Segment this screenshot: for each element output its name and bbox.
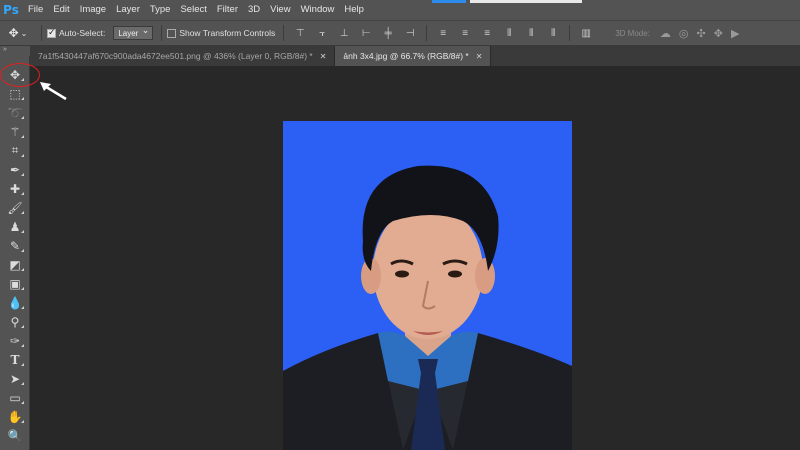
crop-tool-icon[interactable]: ⌗: [0, 141, 30, 160]
3d-mode-label: 3D Mode:: [615, 28, 650, 38]
brush-tool-icon[interactable]: 🖌: [0, 198, 30, 217]
eraser-tool-icon[interactable]: ◩: [0, 255, 30, 274]
tools-panel: ✥ ⬚ ➰ ⚚ ⌗ ✒ ✚ 🖌 ♟ ✎ ◩ ▣ 💧 ⚲ ✑ T ➤ ▭ ✋ 🔍: [0, 56, 30, 450]
separator: [161, 25, 163, 41]
annotation-arrow-icon: [40, 82, 67, 101]
path-selection-tool-icon[interactable]: ➤: [0, 369, 30, 388]
distribute-bottom-icon[interactable]: ≡: [480, 27, 494, 39]
align-horizontal-center-icon[interactable]: ╪: [381, 27, 395, 39]
rectangle-tool-icon[interactable]: ▭: [0, 388, 30, 407]
menu-view[interactable]: View: [265, 0, 295, 20]
3d-pan-icon[interactable]: ✣: [697, 27, 706, 40]
toolbar-collapse-icon[interactable]: »: [0, 46, 30, 56]
separator: [41, 25, 42, 41]
hand-tool-icon[interactable]: ✋: [0, 407, 30, 426]
close-icon[interactable]: ✕: [320, 52, 327, 61]
tab-label: ảnh 3x4.jpg @ 66.7% (RGB/8#) *: [343, 51, 469, 61]
healing-brush-tool-icon[interactable]: ✚: [0, 179, 30, 198]
zoom-tool-icon[interactable]: 🔍: [0, 426, 30, 445]
photoshop-logo: Ps: [3, 3, 19, 17]
3d-slide-icon[interactable]: ✥: [714, 27, 723, 40]
auto-select-label: Auto-Select:: [59, 28, 106, 38]
show-transform-controls-label: Show Transform Controls: [179, 28, 276, 38]
distribute-left-icon[interactable]: ⦀: [502, 27, 516, 39]
pen-tool-icon[interactable]: ✑: [0, 331, 30, 350]
menu-help[interactable]: Help: [339, 0, 369, 20]
3d-scale-icon[interactable]: ▶: [731, 27, 739, 40]
menu-window[interactable]: Window: [296, 0, 340, 20]
menu-select[interactable]: Select: [175, 0, 211, 20]
auto-select-checkbox[interactable]: [47, 27, 56, 38]
portrait-photo: [283, 121, 572, 450]
eyedropper-tool-icon[interactable]: ✒: [0, 160, 30, 179]
menu-layer[interactable]: Layer: [111, 0, 145, 20]
menu-edit[interactable]: Edit: [48, 0, 74, 20]
type-tool-icon[interactable]: T: [0, 350, 30, 369]
distribute-top-icon[interactable]: ≡: [436, 27, 450, 39]
auto-align-layers-icon[interactable]: ▥: [579, 27, 593, 39]
distribute-right-icon[interactable]: ⦀: [546, 27, 560, 39]
tab-document-png[interactable]: 7a1f5430447af670c900ada4672ee501.png @ 4…: [30, 46, 336, 66]
document-canvas[interactable]: [283, 121, 572, 450]
show-transform-controls-checkbox[interactable]: [167, 28, 177, 38]
clone-stamp-tool-icon[interactable]: ♟: [0, 217, 30, 236]
menu-image[interactable]: Image: [75, 0, 111, 20]
history-brush-tool-icon[interactable]: ✎: [0, 236, 30, 255]
dodge-tool-icon[interactable]: ⚲: [0, 312, 30, 331]
separator: [569, 25, 571, 41]
align-left-icon[interactable]: ⊢: [359, 27, 373, 39]
tab-label: 7a1f5430447af670c900ada4672ee501.png @ 4…: [38, 51, 313, 61]
3d-roll-icon[interactable]: ◎: [679, 27, 689, 40]
options-bar: ✥⌄ Auto-Select: Layer Show Transform Con…: [0, 20, 800, 46]
separator: [426, 25, 428, 41]
marquee-tool-icon[interactable]: ⬚: [0, 84, 30, 103]
document-tab-bar: 7a1f5430447af670c900ada4672ee501.png @ 4…: [30, 46, 800, 66]
3d-orbit-icon[interactable]: ☁: [660, 27, 671, 40]
align-vertical-center-icon[interactable]: ⫟: [315, 27, 329, 39]
menu-3d[interactable]: 3D: [243, 0, 265, 20]
menu-type[interactable]: Type: [145, 0, 176, 20]
menu-file[interactable]: File: [22, 0, 48, 20]
magic-wand-tool-icon[interactable]: ⚚: [0, 122, 30, 141]
distribute-vertical-center-icon[interactable]: ≡: [458, 27, 472, 39]
window-accent-bar: [432, 0, 466, 3]
menu-filter[interactable]: Filter: [212, 0, 243, 20]
blur-tool-icon[interactable]: 💧: [0, 293, 30, 312]
window-accent-bar-light: [470, 0, 582, 3]
tab-document-jpg[interactable]: ảnh 3x4.jpg @ 66.7% (RGB/8#) * ✕: [335, 46, 492, 66]
close-icon[interactable]: ✕: [476, 52, 483, 61]
highlight-circle-annotation: [0, 63, 40, 87]
auto-select-target-dropdown[interactable]: Layer: [113, 25, 154, 40]
move-tool-preset-icon[interactable]: ✥ ⌄: [0, 26, 36, 40]
align-top-icon[interactable]: ⊤: [293, 27, 307, 39]
align-right-icon[interactable]: ⊣: [403, 27, 417, 39]
lasso-tool-icon[interactable]: ➰: [0, 103, 30, 122]
separator: [283, 25, 285, 41]
distribute-horizontal-center-icon[interactable]: ⦀: [524, 27, 538, 39]
align-bottom-icon[interactable]: ⊥: [337, 27, 351, 39]
menu-bar: Ps File Edit Image Layer Type Select Fil…: [0, 0, 800, 20]
gradient-tool-icon[interactable]: ▣: [0, 274, 30, 293]
